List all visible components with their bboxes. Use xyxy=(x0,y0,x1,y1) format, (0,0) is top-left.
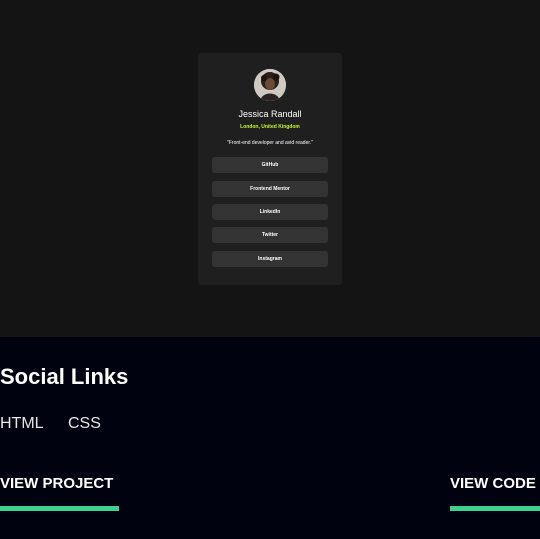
project-title: Social Links xyxy=(0,364,129,389)
project-preview: Jessica Randall London, United Kingdom "… xyxy=(0,0,540,337)
view-project-link[interactable]: VIEW PROJECT xyxy=(0,475,113,493)
avatar xyxy=(254,69,286,101)
instagram-link-button[interactable]: Instagram xyxy=(212,251,328,267)
github-link-button[interactable]: GitHub xyxy=(212,157,328,173)
profile-location: London, United Kingdom xyxy=(240,124,300,130)
view-code-underline xyxy=(450,506,540,511)
project-info: Social Links HTML CSS VIEW PROJECT VIEW … xyxy=(0,337,540,539)
profile-name: Jessica Randall xyxy=(238,109,302,119)
view-project-underline xyxy=(0,506,119,511)
view-code-link[interactable]: VIEW CODE xyxy=(450,475,536,493)
tag-css: CSS xyxy=(68,415,101,432)
tag-html: HTML xyxy=(0,415,44,432)
profile-bio: "Front-end developer and avid reader." xyxy=(227,140,313,146)
twitter-link-button[interactable]: Twitter xyxy=(212,227,328,243)
frontend-mentor-link-button[interactable]: Frontend Mentor xyxy=(212,181,328,197)
linkedin-link-button[interactable]: LinkedIn xyxy=(212,204,328,220)
profile-card: Jessica Randall London, United Kingdom "… xyxy=(198,53,342,285)
